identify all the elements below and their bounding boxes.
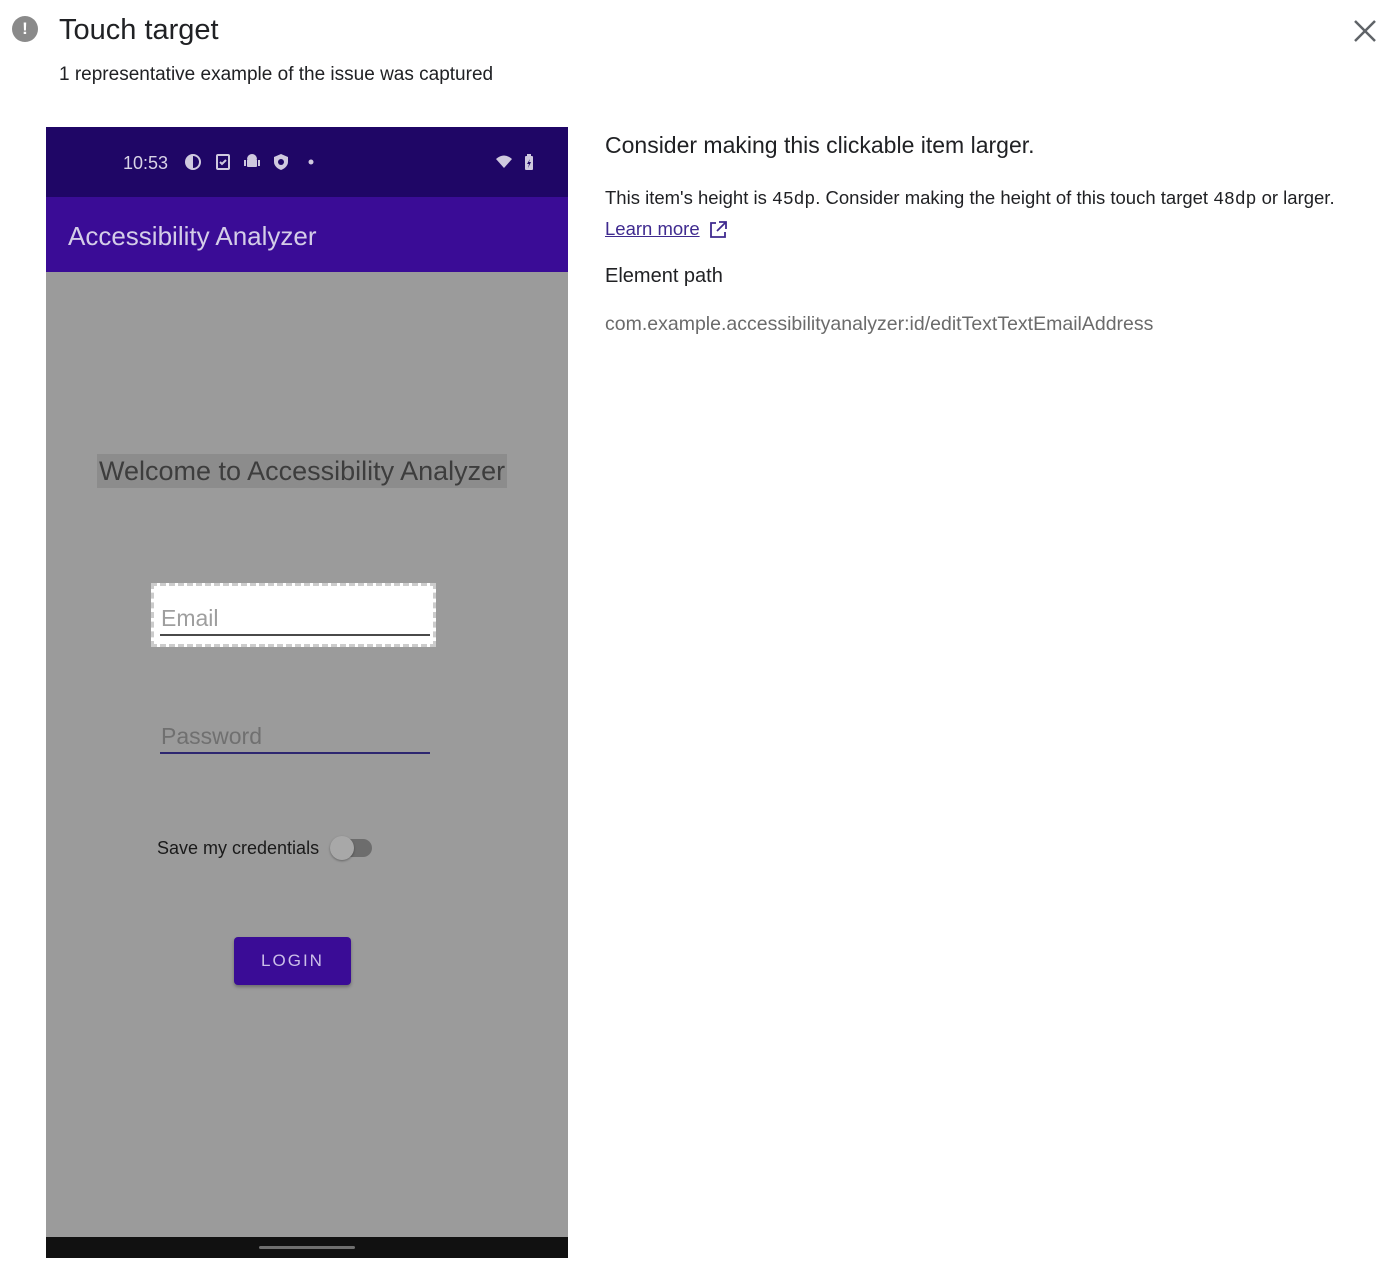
android-icon: [244, 154, 260, 167]
dialog-title: Touch target: [59, 14, 219, 46]
close-icon[interactable]: [1350, 16, 1380, 46]
shield-icon: [274, 154, 288, 170]
dot-icon: [308, 159, 314, 165]
desc-text-1: This item's height is: [605, 187, 773, 208]
issue-heading: Consider making this clickable item larg…: [605, 132, 1035, 158]
warning-icon: !: [12, 16, 38, 42]
recommended-value: 48dp: [1213, 190, 1257, 210]
password-field[interactable]: Password: [161, 723, 262, 750]
status-time: 10:53: [123, 153, 169, 173]
welcome-text: Welcome to Accessibility Analyzer: [97, 454, 508, 488]
home-gesture-handle[interactable]: [259, 1246, 355, 1249]
height-value: 45dp: [772, 190, 816, 210]
element-path-label: Element path: [605, 265, 723, 287]
app-screenshot: 10:53 Accessibility Analyzer Welcome to …: [46, 127, 568, 1258]
clipboard-icon: [216, 154, 230, 170]
battery-icon: [525, 154, 533, 170]
app-bar-title: Accessibility Analyzer: [68, 221, 317, 251]
login-button[interactable]: LOGIN: [234, 937, 351, 985]
issue-description: This item's height is 45dp. Consider mak…: [605, 187, 1335, 210]
element-path-value: com.example.accessibilityanalyzer:id/edi…: [605, 313, 1154, 335]
wifi-icon: [496, 155, 512, 168]
email-underline: [160, 634, 430, 636]
external-link-icon[interactable]: [708, 220, 728, 240]
password-underline: [160, 752, 430, 754]
desc-text-3: or larger.: [1256, 187, 1335, 208]
email-placeholder: Email: [161, 605, 219, 631]
dialog-subtitle: 1 representative example of the issue wa…: [59, 64, 494, 85]
notification-icon: [185, 154, 201, 170]
learn-more-link[interactable]: Learn more: [605, 218, 700, 240]
save-credentials-label: Save my credentials: [157, 838, 320, 858]
desc-text-2: . Consider making the height of this tou…: [815, 187, 1214, 208]
switch-thumb[interactable]: [330, 836, 354, 860]
